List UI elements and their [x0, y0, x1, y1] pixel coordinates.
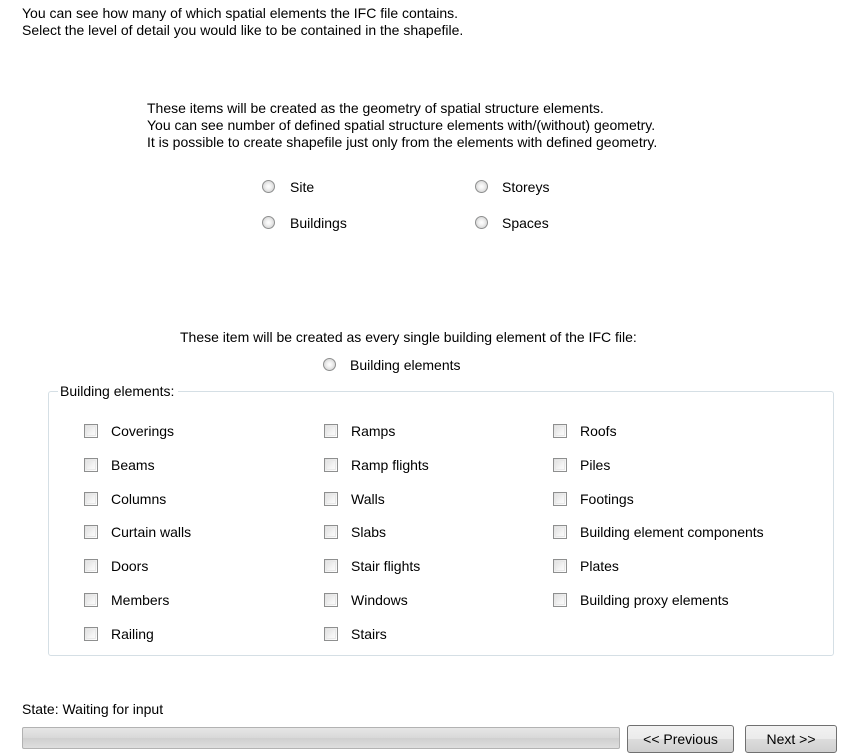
- checkbox-box[interactable]: [84, 627, 98, 641]
- checkbox-box[interactable]: [84, 525, 98, 539]
- checkbox-box[interactable]: [324, 593, 338, 607]
- radio-building-elements-label: Building elements: [350, 357, 461, 373]
- checkbox-box[interactable]: [84, 492, 98, 506]
- checkbox-label: Roofs: [580, 423, 617, 439]
- checkbox-box[interactable]: [324, 627, 338, 641]
- checkbox-label: Railing: [111, 626, 154, 642]
- checkbox-box[interactable]: [84, 458, 98, 472]
- checkbox-box[interactable]: [553, 593, 567, 607]
- status-text: State: Waiting for input: [22, 701, 164, 717]
- checkbox-box[interactable]: [84, 559, 98, 573]
- checkbox-label: Ramp flights: [351, 457, 429, 473]
- next-button[interactable]: Next >>: [745, 725, 837, 753]
- radio-site-label: Site: [290, 179, 315, 195]
- checkbox-label: Stair flights: [351, 558, 421, 574]
- building-desc: These item will be created as every sing…: [180, 329, 637, 345]
- spatial-desc-1: These items will be created as the geome…: [147, 100, 604, 116]
- checkbox-label: Ramps: [351, 423, 396, 439]
- checkbox-label: Stairs: [351, 626, 387, 642]
- checkbox-label: Plates: [580, 558, 619, 574]
- checkbox-label: Footings: [580, 491, 634, 507]
- group-title: Building elements:: [58, 383, 179, 399]
- radio-button[interactable]: [475, 180, 488, 193]
- checkbox-label: Walls: [351, 491, 385, 507]
- radio-button[interactable]: [262, 216, 275, 229]
- checkbox-label: Windows: [351, 592, 408, 608]
- checkbox-box[interactable]: [553, 492, 567, 506]
- checkbox-box[interactable]: [553, 424, 567, 438]
- checkbox-box[interactable]: [553, 525, 567, 539]
- checkbox-box[interactable]: [324, 458, 338, 472]
- radio-spaces-label: Spaces: [502, 215, 549, 231]
- previous-button[interactable]: << Previous: [627, 725, 734, 753]
- checkbox-box[interactable]: [324, 525, 338, 539]
- intro-line-2: Select the level of detail you would lik…: [22, 22, 464, 38]
- checkbox-label: Building proxy elements: [580, 592, 729, 608]
- checkbox-label: Piles: [580, 457, 611, 473]
- checkbox-box[interactable]: [324, 492, 338, 506]
- radio-storeys-label: Storeys: [502, 179, 550, 195]
- checkbox-box[interactable]: [84, 424, 98, 438]
- checkbox-box[interactable]: [553, 458, 567, 472]
- checkbox-label: Slabs: [351, 524, 387, 540]
- checkbox-box[interactable]: [324, 559, 338, 573]
- radio-button[interactable]: [262, 180, 275, 193]
- checkbox-label: Doors: [111, 558, 149, 574]
- spatial-desc-2: You can see number of defined spatial st…: [147, 117, 656, 133]
- checkbox-label: Beams: [111, 457, 155, 473]
- spatial-desc-3: It is possible to create shapefile just …: [147, 134, 658, 150]
- checkbox-label: Building element components: [580, 524, 764, 540]
- checkbox-label: Coverings: [111, 423, 175, 439]
- intro-line-1: You can see how many of which spatial el…: [22, 5, 459, 21]
- checkbox-label: Curtain walls: [111, 524, 192, 540]
- radio-buildings-label: Buildings: [290, 215, 347, 231]
- radio-button[interactable]: [323, 358, 336, 371]
- checkbox-label: Columns: [111, 491, 167, 507]
- checkbox-label: Members: [111, 592, 170, 608]
- checkbox-box[interactable]: [324, 424, 338, 438]
- checkbox-box[interactable]: [553, 559, 567, 573]
- progress-bar: [22, 727, 620, 749]
- checkbox-box[interactable]: [84, 593, 98, 607]
- radio-button[interactable]: [475, 216, 488, 229]
